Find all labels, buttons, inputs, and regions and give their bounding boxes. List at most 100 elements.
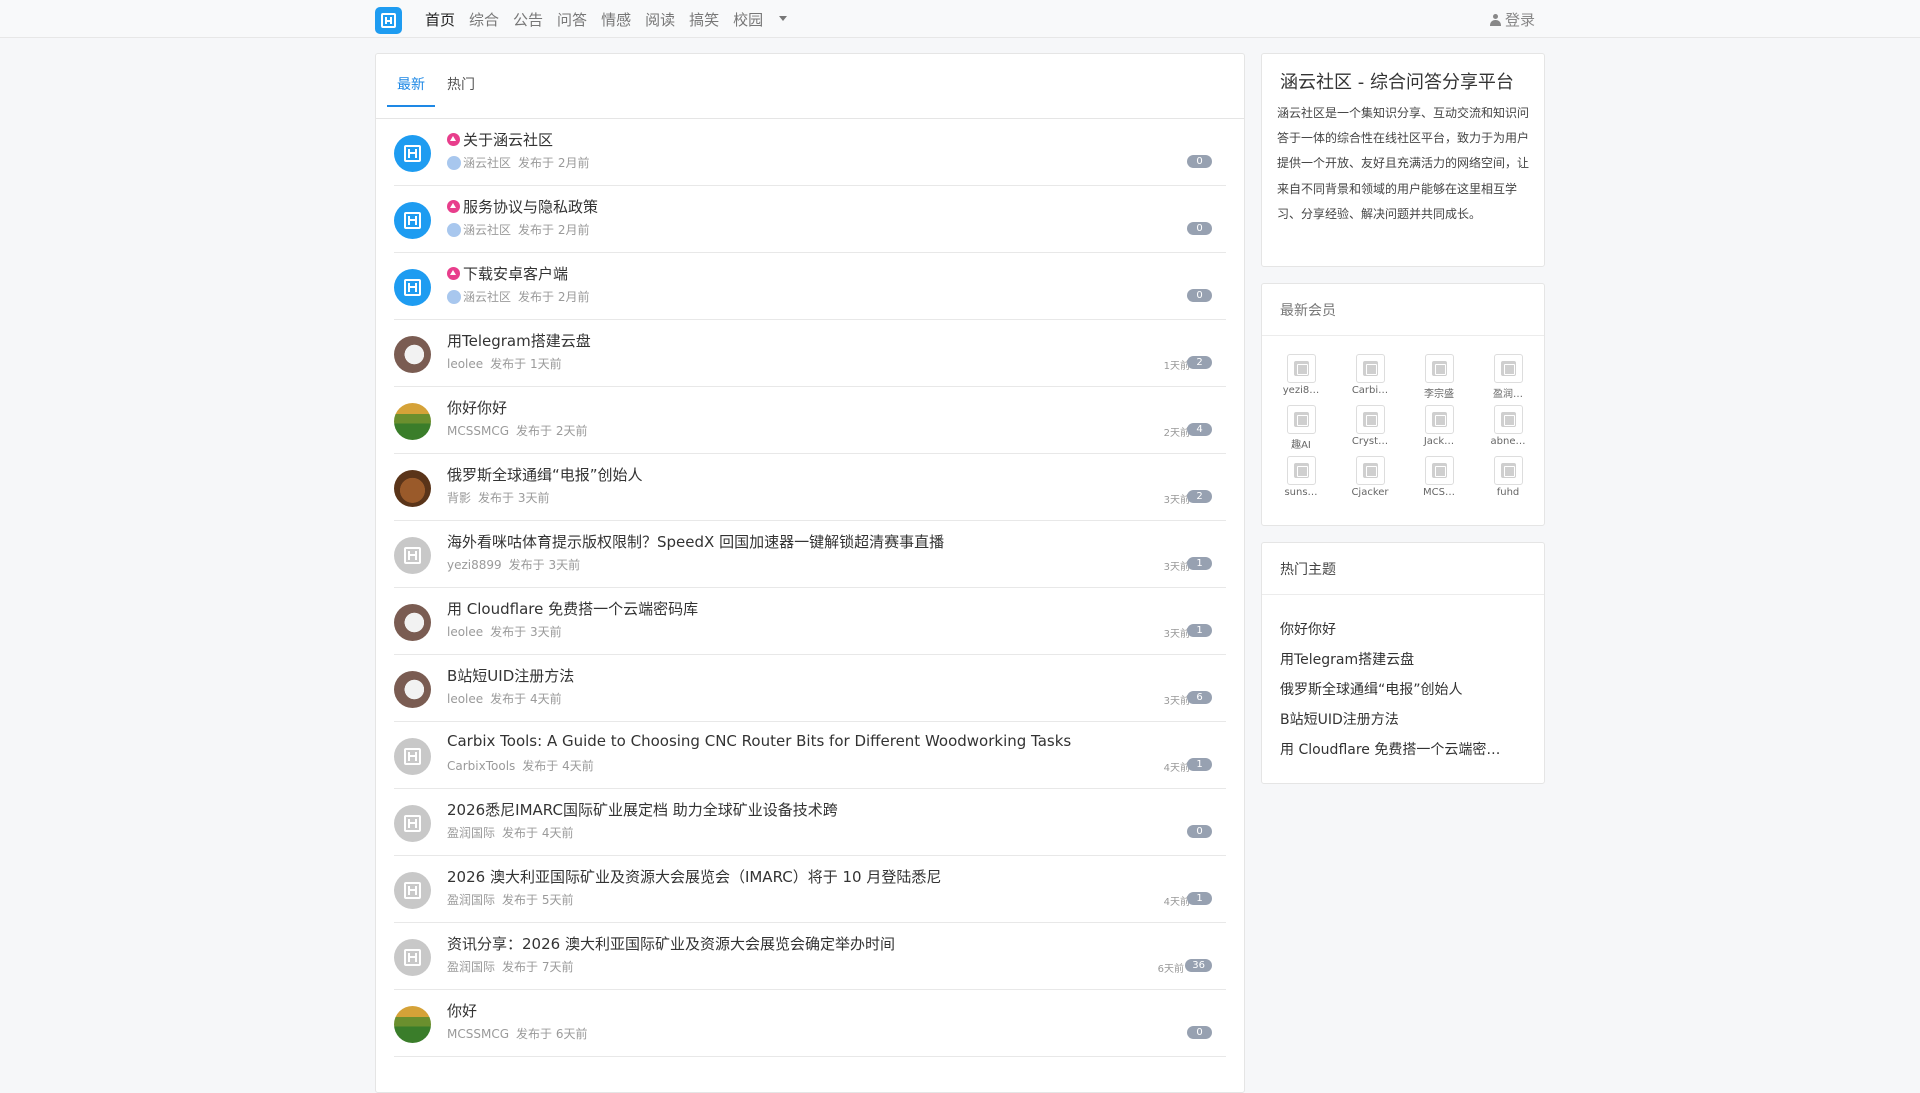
topic-title-text: 关于涵云社区 (463, 131, 554, 149)
topic-row[interactable]: 用Telegram搭建云盘 leolee 发布于 1天前 1天前 2 (394, 320, 1226, 387)
hot-topic-link[interactable]: 用Telegram搭建云盘 (1280, 649, 1414, 669)
author-avatar[interactable] (394, 135, 431, 172)
author-avatar[interactable] (394, 269, 431, 306)
author-avatar[interactable] (394, 1006, 431, 1043)
topic-author[interactable]: leolee (447, 357, 483, 371)
tab-latest[interactable]: 最新 (387, 74, 435, 107)
nav-item-funny[interactable]: 搞笑 (689, 9, 719, 30)
member-item[interactable]: abne… (1478, 405, 1538, 447)
topic-row[interactable]: 下载安卓客户端涵云社区 发布于 2月前 0 (394, 253, 1226, 320)
more-dropdown-icon[interactable] (779, 16, 788, 21)
topic-title-text: 2026 澳大利亚国际矿业及资源大会展览会（IMARC）将于 10 月登陆悉尼 (447, 868, 942, 886)
topic-row[interactable]: 俄罗斯全球通缉“电报”创始人 背影 发布于 3天前 3天前 2 (394, 454, 1226, 521)
login-link[interactable]: 登录 (1490, 9, 1535, 30)
reply-count-badge: 36 (1185, 959, 1212, 972)
hot-topic-link[interactable]: 你好你好 (1280, 619, 1336, 639)
topic-meta: leolee 发布于 3天前 (447, 623, 562, 640)
author-avatar[interactable] (394, 336, 431, 373)
nav-item-qa[interactable]: 问答 (557, 9, 587, 30)
topic-title[interactable]: 下载安卓客户端 (447, 263, 568, 284)
nav-item-home[interactable]: 首页 (425, 9, 455, 30)
topic-title[interactable]: 资讯分享：2026 澳大利亚国际矿业及资源大会展览会确定举办时间 (447, 933, 895, 954)
member-item[interactable]: Cjacker (1340, 456, 1400, 498)
topic-meta: leolee 发布于 1天前 (447, 355, 562, 372)
author-avatar[interactable] (394, 537, 431, 574)
topic-author[interactable]: CarbixTools (447, 759, 515, 773)
topic-author[interactable]: 盈润国际 (447, 824, 495, 841)
topic-title[interactable]: 海外看咪咕体育提示版权限制？SpeedX 回国加速器一键解锁超清赛事直播 (447, 531, 944, 552)
topic-author[interactable]: MCSSMCG (447, 1027, 509, 1041)
topic-author[interactable]: yezi8899 (447, 558, 502, 572)
reply-count-badge: 0 (1187, 289, 1212, 302)
member-item[interactable]: fuhd (1478, 456, 1538, 498)
member-item[interactable]: MCS… (1409, 456, 1469, 498)
topic-title[interactable]: Carbix Tools: A Guide to Choosing CNC Ro… (447, 732, 1071, 750)
member-item[interactable]: 趣AI (1271, 405, 1331, 451)
topic-title[interactable]: 俄罗斯全球通缉“电报”创始人 (447, 464, 643, 485)
topic-row[interactable]: 你好 MCSSMCG 发布于 6天前 0 (394, 990, 1226, 1057)
author-avatar[interactable] (394, 805, 431, 842)
topic-author[interactable]: 涵云社区 (463, 154, 511, 171)
topic-row[interactable]: 关于涵云社区涵云社区 发布于 2月前 0 (394, 119, 1226, 186)
hot-topic-link[interactable]: B站短UID注册方法 (1280, 709, 1399, 729)
topic-row[interactable]: 用 Cloudflare 免费搭一个云端密码库 leolee 发布于 3天前 3天前 1 (394, 588, 1226, 655)
topic-row[interactable]: 海外看咪咕体育提示版权限制？SpeedX 回国加速器一键解锁超清赛事直播 yezi… (394, 521, 1226, 588)
nav-item-emotion[interactable]: 情感 (601, 9, 631, 30)
topic-row[interactable]: B站短UID注册方法 leolee 发布于 4天前 3天前 6 (394, 655, 1226, 722)
topic-row[interactable]: 2026 澳大利亚国际矿业及资源大会展览会（IMARC）将于 10 月登陆悉尼盈… (394, 856, 1226, 923)
topic-author[interactable]: 盈润国际 (447, 891, 495, 908)
nav-item-reading[interactable]: 阅读 (645, 9, 675, 30)
topic-meta: 涵云社区 发布于 2月前 (447, 221, 589, 238)
topic-posted: 发布于 5天前 (502, 893, 574, 907)
topic-author[interactable]: MCSSMCG (447, 424, 509, 438)
topic-author[interactable]: 背影 (447, 489, 471, 506)
topic-author[interactable]: 盈润国际 (447, 958, 495, 975)
topic-row[interactable]: 服务协议与隐私政策 涵云社区 发布于 2月前 0 (394, 186, 1226, 253)
topic-title[interactable]: 2026 澳大利亚国际矿业及资源大会展览会（IMARC）将于 10 月登陆悉尼 (447, 866, 941, 887)
hot-topic-link[interactable]: 用 Cloudflare 免费搭一个云端密… (1280, 739, 1500, 759)
topic-row[interactable]: 你好你好 MCSSMCG 发布于 2天前 2天前 4 (394, 387, 1226, 454)
reply-count-badge: 4 (1187, 423, 1212, 436)
author-avatar[interactable] (394, 403, 431, 440)
topic-row[interactable]: Carbix Tools: A Guide to Choosing CNC Ro… (394, 722, 1226, 789)
topic-title[interactable]: 2026悉尼IMARC国际矿业展定档 助力全球矿业设备技术跨 (447, 799, 838, 820)
topic-meta: 涵云社区 发布于 2月前 (447, 154, 589, 171)
site-logo[interactable] (375, 7, 402, 34)
topic-title[interactable]: 服务协议与隐私政策 (447, 196, 598, 217)
topic-author[interactable]: leolee (447, 692, 483, 706)
member-item[interactable]: Carbi… (1340, 354, 1400, 396)
author-avatar[interactable] (394, 738, 431, 775)
hot-topic-link[interactable]: 俄罗斯全球通缉“电报”创始人 (1280, 679, 1463, 699)
member-item[interactable]: Jack… (1409, 405, 1469, 447)
topic-title[interactable]: 关于涵云社区 (447, 129, 553, 150)
topic-row[interactable]: 资讯分享：2026 澳大利亚国际矿业及资源大会展览会确定举办时间 盈润国际 发布于 … (394, 923, 1226, 990)
topic-meta: 涵云社区 发布于 2月前 (447, 288, 589, 305)
reply-count-badge: 0 (1187, 155, 1212, 168)
topic-title[interactable]: 你好你好 (447, 397, 507, 418)
topic-title[interactable]: 你好 (447, 1000, 477, 1021)
author-avatar[interactable] (394, 872, 431, 909)
nav-item-announcements[interactable]: 公告 (513, 9, 543, 30)
topic-title[interactable]: 用Telegram搭建云盘 (447, 330, 591, 351)
about-text: 涵云社区是一个集知识分享、互动交流和知识问答于一体的综合性在线社区平台，致力于为… (1277, 106, 1530, 221)
member-item[interactable]: 盈润… (1478, 354, 1538, 400)
topic-title[interactable]: 用 Cloudflare 免费搭一个云端密码库 (447, 598, 698, 619)
member-item[interactable]: 李宗盛 (1409, 354, 1469, 400)
author-avatar[interactable] (394, 939, 431, 976)
author-avatar[interactable] (394, 671, 431, 708)
author-avatar[interactable] (394, 202, 431, 239)
topic-author[interactable]: 涵云社区 (463, 288, 511, 305)
member-item[interactable]: Cryst… (1340, 405, 1400, 447)
nav-item-general[interactable]: 综合 (469, 9, 499, 30)
tab-hot[interactable]: 热门 (437, 74, 485, 105)
topic-row[interactable]: 2026悉尼IMARC国际矿业展定档 助力全球矿业设备技术跨 盈润国际 发布于 4天… (394, 789, 1226, 856)
topic-author[interactable]: 涵云社区 (463, 221, 511, 238)
nav-item-campus[interactable]: 校园 (733, 9, 763, 30)
topic-title[interactable]: B站短UID注册方法 (447, 665, 574, 686)
author-avatar[interactable] (394, 470, 431, 507)
author-avatar[interactable] (394, 604, 431, 641)
member-item[interactable]: suns… (1271, 456, 1331, 498)
topic-title-text: 你好你好 (447, 399, 508, 417)
member-item[interactable]: yezi8… (1271, 354, 1331, 396)
topic-author[interactable]: leolee (447, 625, 483, 639)
